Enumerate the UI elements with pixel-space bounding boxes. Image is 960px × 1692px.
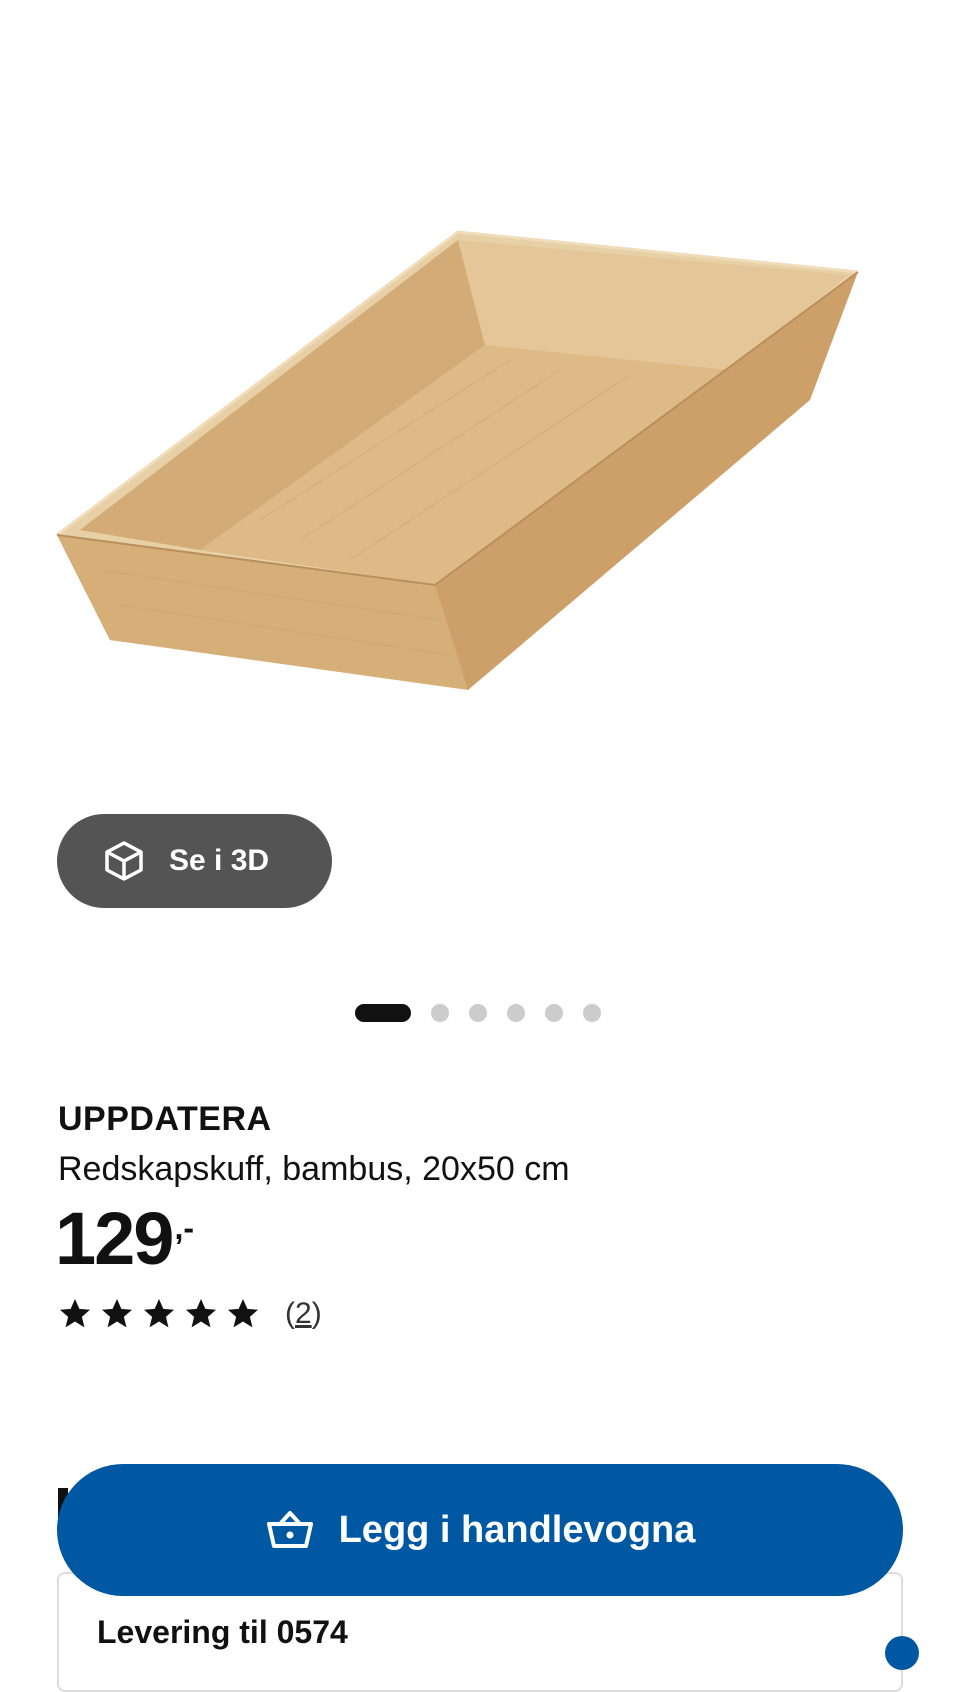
view-3d-button[interactable]: Se i 3D xyxy=(57,814,332,908)
delivery-label: Levering til 0574 xyxy=(97,1614,348,1650)
chat-badge[interactable] xyxy=(885,1636,919,1670)
add-to-cart-label: Legg i handlevogna xyxy=(338,1508,696,1551)
carousel-dot[interactable] xyxy=(583,1004,601,1022)
shopping-basket-icon xyxy=(266,1511,313,1548)
star-icon xyxy=(228,1299,258,1328)
view-3d-label: Se i 3D xyxy=(169,844,270,877)
cube-3d-icon xyxy=(101,838,147,884)
star-icon xyxy=(144,1299,174,1328)
product-description: Redskapskuff, bambus, 20x50 cm xyxy=(58,1150,570,1188)
product-image[interactable] xyxy=(40,220,920,740)
star-icon xyxy=(60,1299,90,1328)
star-icon xyxy=(186,1299,216,1328)
carousel-dot[interactable] xyxy=(431,1004,449,1022)
carousel-dot[interactable] xyxy=(507,1004,525,1022)
review-count-open: ( xyxy=(285,1297,295,1330)
carousel-dot-active[interactable] xyxy=(355,1004,411,1022)
review-count-link[interactable]: (2) xyxy=(285,1297,322,1331)
review-count-close: ) xyxy=(311,1297,322,1330)
carousel-dot[interactable] xyxy=(545,1004,563,1022)
carousel-dot[interactable] xyxy=(469,1004,487,1022)
price-suffix: ,- xyxy=(174,1210,195,1246)
product-price: 129 ,- xyxy=(55,1196,194,1281)
price-amount: 129 xyxy=(55,1197,174,1280)
review-count-number: 2 xyxy=(295,1297,312,1330)
add-to-cart-button[interactable]: Legg i handlevogna xyxy=(57,1464,903,1596)
product-rating[interactable]: (2) xyxy=(57,1296,322,1332)
star-icon xyxy=(102,1299,132,1328)
product-name: UPPDATERA xyxy=(58,1100,272,1138)
image-carousel-indicator xyxy=(355,1003,601,1023)
